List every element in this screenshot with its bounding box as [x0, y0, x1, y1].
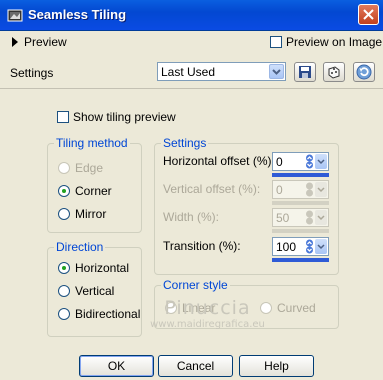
transition-slider[interactable] [272, 258, 329, 262]
watermark: Pinuccia www.maidiregrafica.eu [145, 297, 270, 330]
window-title: Seamless Tiling [28, 7, 127, 22]
close-icon [363, 9, 374, 20]
horizontal-label: Horizontal [75, 261, 130, 275]
tiling-method-corner[interactable]: Corner [58, 184, 112, 198]
preview-row: Preview Preview on Image [0, 30, 383, 55]
direction-group: Direction Horizontal Vertical Bidirectio… [47, 240, 142, 337]
show-tiling-preview-label: Show tiling preview [73, 110, 176, 124]
mirror-label: Mirror [75, 207, 107, 221]
preview-label: Preview [24, 35, 67, 49]
reset-button[interactable] [353, 62, 375, 82]
tiling-method-group: Tiling method Edge Corner Mirror [47, 136, 142, 233]
chevron-down-icon[interactable] [315, 239, 327, 254]
app-icon [7, 9, 23, 22]
width-value: 50 [276, 211, 290, 225]
transition-spinner[interactable]: 100 [272, 237, 329, 256]
vertical-offset-slider[interactable] [272, 201, 329, 205]
vertical-offset-label: Vertical offset (%): [163, 182, 261, 196]
main-panel: Show tiling preview Tiling method Edge C… [0, 89, 383, 380]
watermark-name: Pinuccia [164, 297, 251, 319]
cancel-button[interactable]: Cancel [158, 355, 233, 377]
settings-label: Settings [10, 66, 54, 80]
vertical-offset-spinner[interactable]: 0 [272, 180, 329, 199]
close-button[interactable] [358, 4, 379, 25]
save-preset-button[interactable] [294, 62, 316, 82]
preview-on-image-option[interactable]: Preview on Image [270, 35, 382, 49]
ok-button[interactable]: OK [79, 355, 154, 377]
edge-label: Edge [75, 161, 104, 175]
chevron-down-icon[interactable] [269, 64, 284, 79]
settings-group-title: Settings [161, 136, 209, 150]
preview-toggle[interactable]: Preview [12, 35, 67, 49]
tiling-method-title: Tiling method [54, 136, 130, 150]
corner-label: Corner [75, 184, 112, 198]
width-label: Width (%): [163, 210, 220, 224]
horizontal-offset-spinner[interactable]: 0 [272, 152, 329, 171]
vertical-offset-value: 0 [276, 183, 283, 197]
show-tiling-preview-checkbox[interactable] [57, 111, 69, 123]
save-icon [299, 66, 311, 78]
randomize-button[interactable] [323, 62, 345, 82]
width-slider[interactable] [272, 229, 329, 233]
direction-title: Direction [54, 240, 106, 254]
help-button[interactable]: Help [239, 355, 314, 377]
radio-edge[interactable] [58, 162, 70, 174]
title-bar[interactable]: Seamless Tiling [0, 0, 383, 31]
expand-arrow-icon [12, 37, 18, 47]
direction-bidirectional[interactable]: Bidirectional [58, 307, 140, 321]
tiling-method-mirror[interactable]: Mirror [58, 207, 106, 221]
preview-on-image-label: Preview on Image [286, 35, 383, 49]
dice-icon [328, 66, 340, 79]
preview-on-image-checkbox[interactable] [270, 36, 282, 48]
transition-label: Transition (%): [163, 239, 241, 253]
transition-value: 100 [276, 240, 297, 254]
chevron-down-icon[interactable] [315, 210, 327, 225]
radio-vertical[interactable] [58, 285, 70, 297]
settings-group: Settings Horizontal offset (%): 0 Vertic… [154, 136, 339, 275]
settings-bar: Settings Last Used [0, 57, 383, 87]
horizontal-offset-slider[interactable] [272, 173, 329, 177]
direction-horizontal[interactable]: Horizontal [58, 261, 129, 275]
seamless-tiling-dialog: Seamless Tiling Preview Preview on Image… [0, 0, 383, 380]
preset-value: Last Used [161, 65, 216, 79]
radio-horizontal[interactable] [58, 262, 70, 274]
corner-style-title: Corner style [161, 278, 230, 292]
bidirectional-label: Bidirectional [75, 307, 141, 321]
curved-label: Curved [277, 301, 316, 315]
width-spinner[interactable]: 50 [272, 208, 329, 227]
radio-bidirectional[interactable] [58, 308, 70, 320]
direction-vertical[interactable]: Vertical [58, 284, 114, 298]
chevron-down-icon[interactable] [315, 182, 327, 197]
reset-icon [356, 64, 372, 80]
vertical-label: Vertical [75, 284, 115, 298]
show-tiling-preview-option[interactable]: Show tiling preview [57, 110, 176, 124]
watermark-url: www.maidiregrafica.eu [150, 319, 265, 330]
tiling-method-edge[interactable]: Edge [58, 161, 103, 175]
horizontal-offset-label: Horizontal offset (%): [163, 154, 275, 168]
preset-select[interactable]: Last Used [157, 62, 286, 81]
radio-mirror[interactable] [58, 208, 70, 220]
radio-corner[interactable] [58, 185, 70, 197]
horizontal-offset-value: 0 [276, 155, 283, 169]
chevron-down-icon[interactable] [315, 154, 327, 169]
